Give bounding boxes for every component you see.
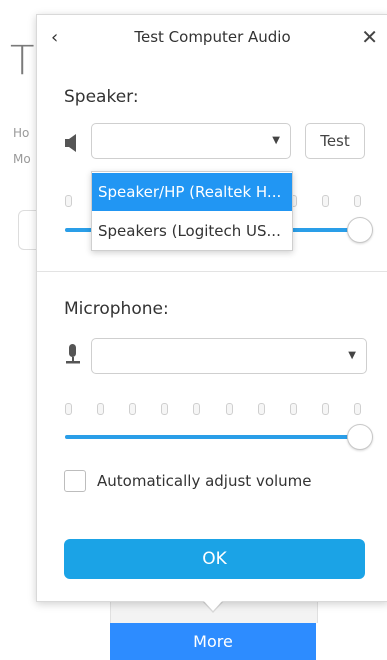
dialog-title: Test Computer Audio bbox=[134, 28, 291, 46]
slider-fill bbox=[65, 435, 360, 439]
level-tick bbox=[257, 403, 265, 415]
chevron-down-icon: ▼ bbox=[348, 350, 356, 361]
speaker-test-button[interactable]: Test bbox=[305, 123, 365, 159]
speaker-label: Speaker: bbox=[64, 87, 139, 107]
microphone-select[interactable]: ▼ bbox=[91, 338, 367, 374]
microphone-label: Microphone: bbox=[64, 299, 169, 319]
level-tick bbox=[353, 403, 361, 415]
background-title: T bbox=[10, 38, 35, 84]
level-tick bbox=[161, 403, 169, 415]
section-divider bbox=[37, 271, 387, 272]
microphone-level-meter bbox=[65, 403, 361, 415]
level-tick bbox=[129, 403, 137, 415]
speaker-dropdown-list: Speaker/HP (Realtek H... Speakers (Logit… bbox=[91, 171, 293, 251]
level-tick bbox=[321, 195, 329, 207]
microphone-icon bbox=[66, 344, 80, 364]
level-tick bbox=[65, 195, 72, 207]
slider-knob[interactable] bbox=[347, 217, 373, 243]
level-tick bbox=[321, 403, 329, 415]
speaker-select[interactable]: ▼ bbox=[91, 123, 291, 159]
level-tick bbox=[289, 403, 297, 415]
test-audio-dialog: ‹ Test Computer Audio ✕ Speaker: ▼ Test … bbox=[36, 14, 387, 602]
speaker-option[interactable]: Speakers (Logitech US... bbox=[92, 212, 292, 250]
background-text-line: Mo bbox=[13, 152, 31, 166]
chevron-down-icon: ▼ bbox=[272, 135, 280, 146]
level-tick bbox=[97, 403, 105, 415]
level-tick bbox=[193, 403, 201, 415]
auto-adjust-label[interactable]: Automatically adjust volume bbox=[97, 472, 312, 490]
speaker-option[interactable]: Speaker/HP (Realtek H... bbox=[92, 173, 292, 211]
level-tick bbox=[353, 195, 361, 207]
dialog-pointer bbox=[202, 599, 224, 611]
dialog-header: ‹ Test Computer Audio ✕ bbox=[37, 15, 387, 59]
close-icon[interactable]: ✕ bbox=[361, 25, 378, 49]
more-button[interactable]: More bbox=[110, 623, 316, 660]
background-text-line: Ho bbox=[13, 126, 30, 140]
slider-knob[interactable] bbox=[347, 424, 373, 450]
level-tick bbox=[65, 403, 72, 415]
speaker-icon bbox=[65, 134, 76, 152]
microphone-volume-slider[interactable] bbox=[65, 424, 373, 450]
auto-adjust-checkbox[interactable] bbox=[64, 470, 86, 492]
ok-button[interactable]: OK bbox=[64, 539, 365, 579]
level-tick bbox=[225, 403, 233, 415]
